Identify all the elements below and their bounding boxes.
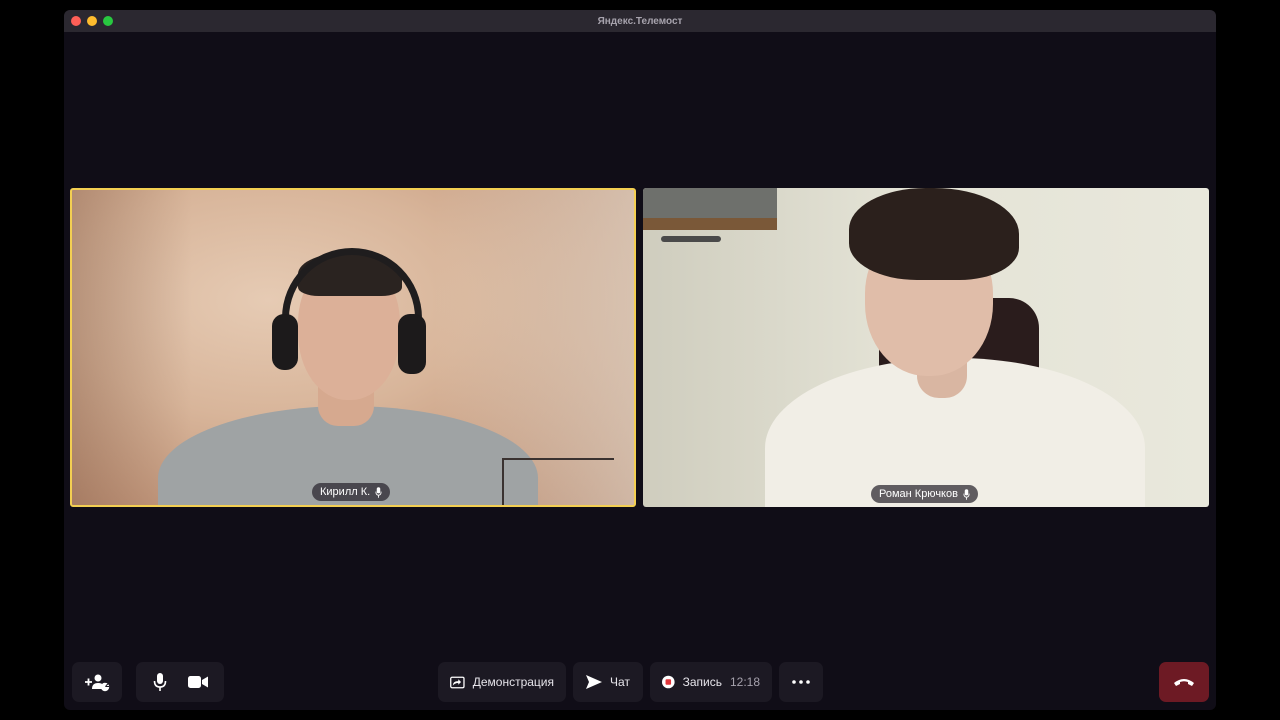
microphone-button[interactable]	[153, 673, 167, 691]
more-options-button[interactable]	[779, 662, 823, 702]
participant-name: Роман Крючков	[879, 488, 958, 500]
record-button[interactable]: Запись 12:18	[650, 662, 772, 702]
camera-icon	[187, 676, 208, 688]
participant-name-badge: Кирилл К.	[312, 483, 391, 501]
screen-share-label: Демонстрация	[472, 675, 554, 689]
participant-name: Кирилл К.	[320, 486, 371, 498]
participant-video	[643, 188, 1209, 507]
microphone-icon	[153, 673, 166, 691]
media-controls	[136, 662, 224, 702]
mic-icon	[375, 486, 382, 498]
more-icon	[792, 680, 810, 684]
invite-count-badge: 2	[105, 680, 110, 689]
window-controls	[71, 16, 113, 26]
call-toolbar: 2 Демонстрация Чат Запись 12:18	[64, 662, 1216, 704]
invite-participants-button[interactable]: 2	[72, 662, 122, 702]
window-title: Яндекс.Телемост	[597, 15, 683, 27]
title-bar: Яндекс.Телемост	[64, 10, 1216, 32]
leave-call-button[interactable]	[1159, 662, 1209, 702]
mic-icon	[963, 488, 970, 500]
participant-video	[72, 190, 634, 505]
close-window-button[interactable]	[71, 16, 81, 26]
send-icon	[586, 675, 603, 689]
record-icon	[662, 675, 675, 689]
video-tile-roman[interactable]: Роман Крючков	[643, 188, 1209, 507]
participant-name-badge: Роман Крючков	[871, 485, 978, 503]
maximize-window-button[interactable]	[103, 16, 113, 26]
screen-share-button[interactable]: Демонстрация	[438, 662, 566, 702]
camera-button[interactable]	[187, 675, 208, 689]
chat-button[interactable]: Чат	[573, 662, 643, 702]
screen-share-icon	[450, 676, 465, 688]
hang-up-icon	[1174, 679, 1194, 686]
app-window: Яндекс.Телемост Кирилл К. Роман Крючков …	[64, 10, 1216, 710]
video-tile-kirill[interactable]: Кирилл К.	[70, 188, 636, 507]
chat-label: Чат	[610, 675, 630, 689]
record-timer: 12:18	[729, 675, 760, 689]
minimize-window-button[interactable]	[87, 16, 97, 26]
record-label: Запись	[682, 675, 722, 689]
